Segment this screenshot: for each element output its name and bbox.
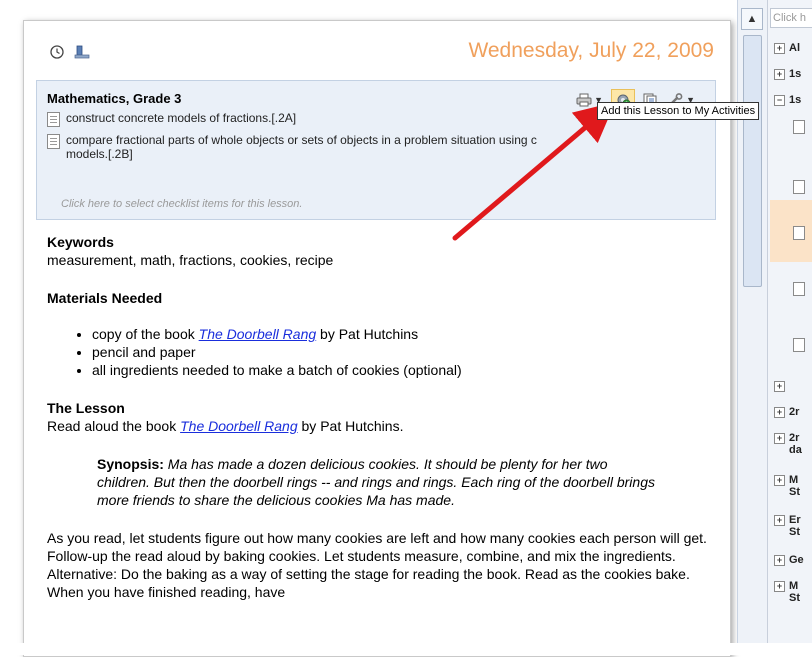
red-arrow-annotation [452, 102, 616, 241]
add-lesson-tooltip: Add this Lesson to My Activities [597, 102, 760, 120]
